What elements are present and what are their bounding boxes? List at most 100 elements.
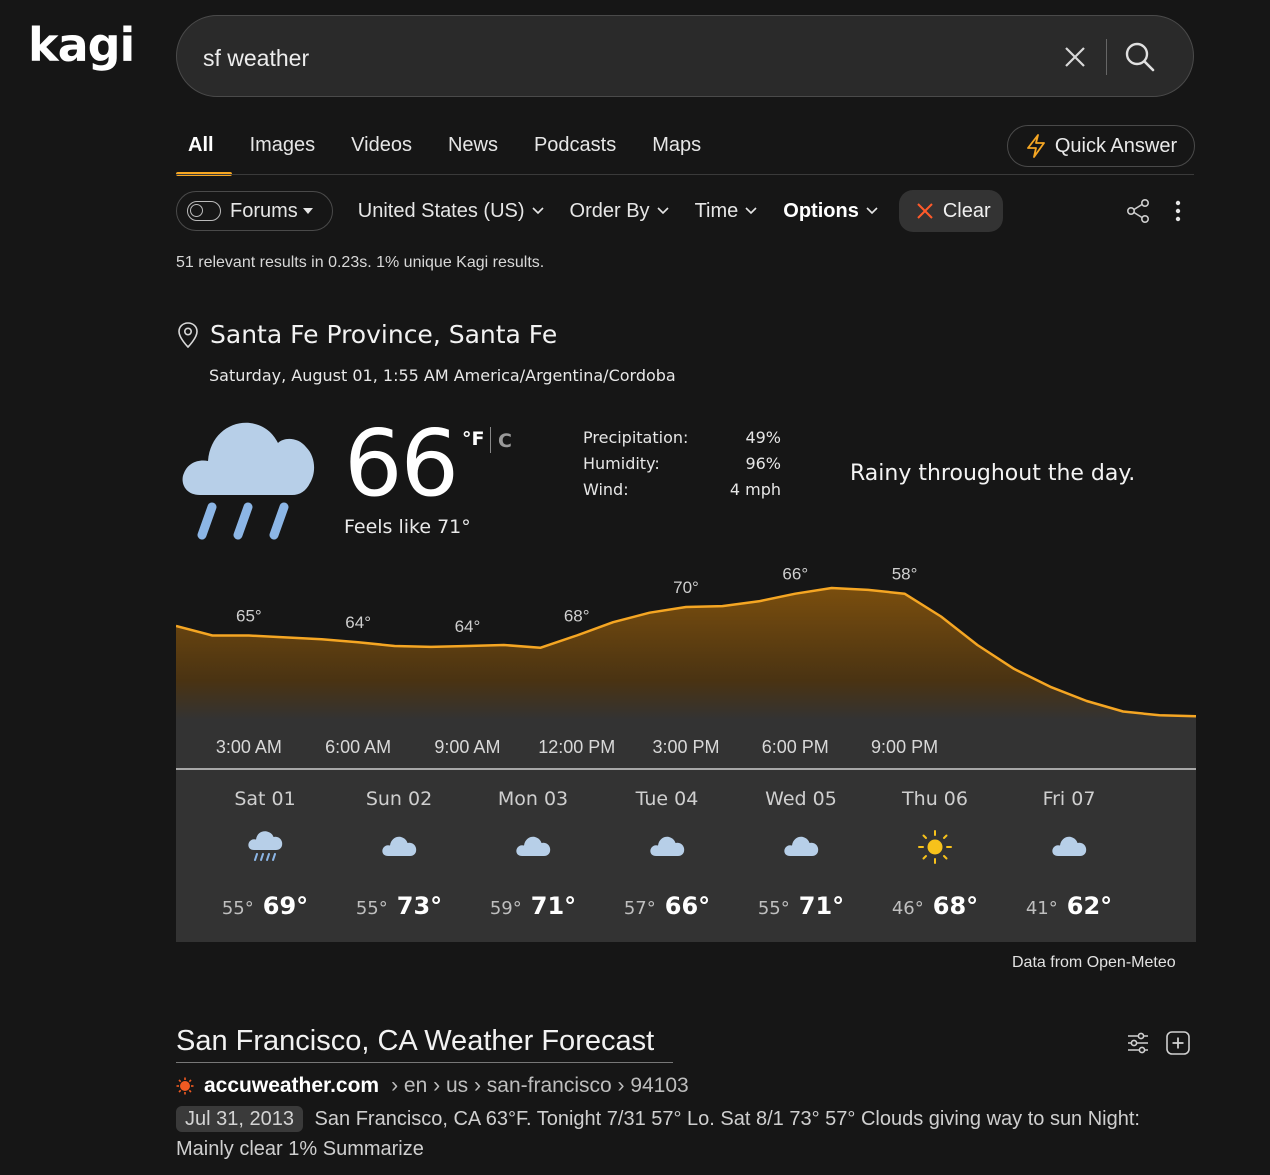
forecast-low: 55°	[757, 898, 790, 919]
forecast-low: 57°	[623, 898, 656, 919]
weather-datetime: Saturday, August 01, 1:55 AM America/Arg…	[209, 366, 676, 385]
time-label: 3:00 AM	[216, 737, 282, 757]
forecast-high: 66°	[664, 892, 711, 920]
forums-filter[interactable]: Forums	[176, 191, 333, 231]
quick-answer-button[interactable]: Quick Answer	[1007, 125, 1195, 167]
humidity-row: Humidity: 96%	[583, 454, 781, 480]
forecast-temps: 55° 73°	[332, 892, 466, 920]
forecast-temps: 55° 69°	[198, 892, 332, 920]
forums-toggle[interactable]	[187, 201, 221, 221]
tab-all[interactable]: All	[176, 128, 232, 176]
forecast-day: Fri 07 41° 62°	[1002, 770, 1136, 942]
wind-row: Wind: 4 mph	[583, 480, 781, 506]
time-label: 6:00 PM	[762, 737, 829, 757]
results-stats: 51 relevant results in 0.23s. 1% unique …	[176, 254, 545, 271]
chevron-down-icon	[745, 207, 757, 215]
kagi-logo[interactable]: kagi	[28, 18, 135, 72]
result-title-underline	[176, 1062, 673, 1063]
forecast-day: Thu 06 46° 68°	[868, 770, 1002, 942]
search-icon[interactable]	[1123, 40, 1157, 74]
options-label: Options	[783, 199, 859, 222]
forecast-temps: 41° 62°	[1002, 892, 1136, 920]
search-bar	[176, 15, 1194, 97]
location-pin-icon	[178, 321, 198, 348]
close-icon	[917, 203, 933, 219]
forecast-temps: 57° 66°	[600, 892, 734, 920]
precipitation-row: Precipitation: 49%	[583, 428, 781, 454]
result-title[interactable]: San Francisco, CA Weather Forecast	[176, 1025, 654, 1058]
time-label: 12:00 PM	[538, 737, 615, 757]
temperature-label: 66°	[782, 565, 808, 584]
temperature-label: 68°	[564, 607, 590, 626]
time-label: 6:00 AM	[325, 737, 391, 757]
result-domain[interactable]: accuweather.com	[204, 1074, 379, 1098]
forecast-day: Mon 03 59° 71°	[466, 770, 600, 942]
current-temperature: 66	[344, 410, 459, 517]
cloud-icon	[379, 830, 419, 864]
tab-podcasts[interactable]: Podcasts	[516, 128, 634, 168]
forecast-day: Sat 01 55° 69°	[198, 770, 332, 942]
forecast-day-name: Thu 06	[902, 788, 968, 810]
result-path: › en › us › san-francisco › 94103	[391, 1074, 689, 1097]
forecast-day: Tue 04 57° 66°	[600, 770, 734, 942]
clear-filters-button[interactable]: Clear	[898, 190, 1003, 232]
forecast-high: 68°	[932, 892, 979, 920]
temperature-label: 65°	[236, 607, 262, 626]
chevron-down-icon	[656, 207, 669, 215]
summarize-link[interactable]: Summarize	[323, 1138, 424, 1160]
tab-news[interactable]: News	[430, 128, 516, 168]
caret-down-icon	[302, 208, 313, 214]
unit-fahrenheit[interactable]: °F	[462, 428, 484, 450]
weather-location-title: Santa Fe Province, Santa Fe	[210, 320, 558, 349]
forecast-day-name: Sun 02	[365, 788, 433, 810]
temperature-label: 70°	[673, 578, 699, 597]
tab-images[interactable]: Images	[232, 128, 334, 168]
lightning-icon	[1026, 134, 1045, 158]
detail-value: 4 mph	[729, 480, 781, 499]
search-divider	[1106, 39, 1107, 75]
chevron-down-icon	[531, 207, 544, 215]
order-by-filter[interactable]: Order By	[570, 200, 670, 223]
temperature-label: 64°	[345, 613, 371, 632]
sliders-icon[interactable]	[1125, 1030, 1151, 1056]
options-filter[interactable]: Options	[783, 200, 879, 223]
data-credit[interactable]: Data from Open-Meteo	[1012, 954, 1176, 972]
forecast-low: 41°	[1025, 898, 1058, 919]
quick-answer-label: Quick Answer	[1054, 134, 1178, 157]
share-icon[interactable]	[1125, 198, 1151, 224]
forecast-low: 55°	[221, 898, 254, 919]
cloud-icon	[647, 830, 687, 864]
weather-location: Santa Fe Province, Santa Fe	[176, 320, 557, 349]
accuweather-favicon	[176, 1077, 194, 1095]
rain-cloud-icon	[245, 830, 285, 864]
add-icon[interactable]	[1165, 1030, 1191, 1056]
detail-label: Humidity:	[583, 454, 660, 473]
forecast-temps: 59° 71°	[466, 892, 600, 920]
search-input[interactable]	[201, 40, 1025, 76]
weather-summary: Rainy throughout the day.	[850, 461, 1136, 486]
detail-label: Precipitation:	[583, 428, 689, 447]
time-label: 9:00 PM	[871, 737, 938, 757]
unit-celsius[interactable]: C	[498, 430, 512, 452]
close-icon[interactable]	[1061, 43, 1089, 71]
forecast-high: 71°	[530, 892, 577, 920]
order-by-label: Order By	[569, 199, 650, 222]
feels-like: Feels like 71°	[344, 516, 471, 538]
result-snippet: Jul 31, 2013 San Francisco, CA 63°F. Ton…	[176, 1104, 1196, 1164]
region-filter[interactable]: United States (US)	[358, 200, 545, 223]
tab-videos[interactable]: Videos	[333, 128, 430, 168]
time-label: 9:00 AM	[434, 737, 500, 757]
forecast-day: Sun 02 55° 73°	[332, 770, 466, 942]
forecast-day-name: Fri 07	[1042, 788, 1096, 810]
forecast-temps: 46° 68°	[868, 892, 1002, 920]
detail-value: 49%	[745, 428, 781, 447]
tab-maps[interactable]: Maps	[634, 128, 719, 168]
more-options-icon[interactable]	[1170, 198, 1186, 224]
temperature-label: 64°	[455, 617, 481, 636]
time-filter[interactable]: Time	[695, 200, 759, 223]
forecast-low: 46°	[891, 898, 924, 919]
forecast-temps: 55° 71°	[734, 892, 868, 920]
result-snippet-text: San Francisco, CA 63°F. Tonight 7/31 57°…	[176, 1108, 1140, 1160]
cloud-icon	[781, 830, 821, 864]
time-label: Time	[694, 199, 739, 222]
